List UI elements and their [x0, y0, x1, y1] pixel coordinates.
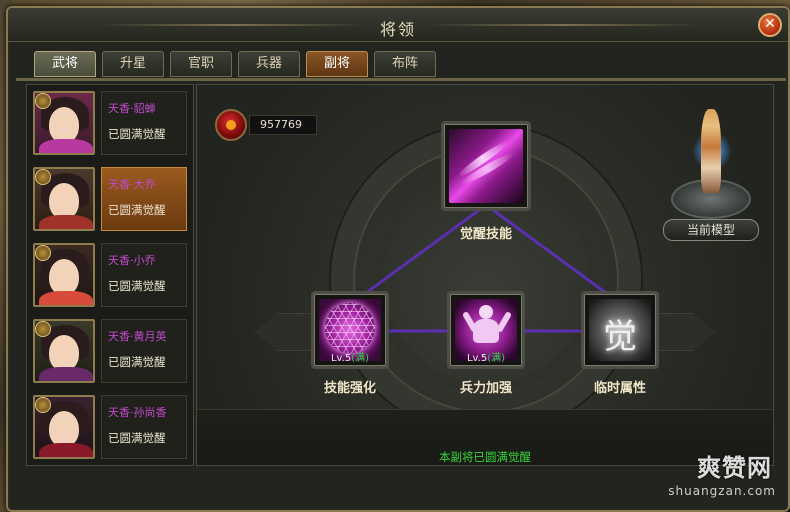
level-full: (满) [351, 353, 370, 364]
link-line [354, 203, 487, 303]
hero-status: 已圆满觉醒 [108, 127, 166, 141]
hero-badge-icon [35, 397, 51, 413]
hero-name: 天香·小乔 [108, 254, 156, 267]
skill-enhance-slot[interactable]: Lv.5(满) [311, 291, 389, 369]
hero-list: 天香·貂蝉 已圆满觉醒 天香·大乔 已圆满觉醒 天香·小乔 已圆满觉醒 天香·黄… [26, 84, 194, 466]
hero-badge-icon [35, 245, 51, 261]
hero-face [49, 259, 79, 295]
link-line [485, 203, 618, 303]
hero-body [39, 139, 93, 153]
tab-generals[interactable]: 武将 [34, 51, 96, 77]
close-button[interactable]: ✕ [758, 13, 782, 37]
hero-portrait [33, 91, 95, 155]
hero-info: 天香·孙尚香 已圆满觉醒 [101, 395, 187, 459]
general-window: 将领 ✕ 武将 升星 官职 兵器 副将 布阵 天香·貂蝉 已圆满觉醒 天香·大乔… [6, 6, 790, 512]
temp-attr-slot[interactable]: 觉 [581, 291, 659, 369]
hero-name: 天香·貂蝉 [108, 102, 156, 115]
awaken-skill-label: 觉醒技能 [459, 227, 512, 242]
watermark-url: shuangzan.com [668, 484, 776, 498]
hero-badge-icon [35, 93, 51, 109]
tab-office[interactable]: 官职 [170, 51, 232, 77]
hero-info: 天香·貂蝉 已圆满觉醒 [101, 91, 187, 155]
hero-face [49, 183, 79, 219]
current-model-button[interactable]: 当前模型 [663, 219, 759, 241]
skill-enhance-label: 技能强化 [323, 381, 376, 396]
hero-status: 已圆满觉醒 [108, 355, 166, 369]
awaken-skill-slot[interactable] [441, 121, 531, 211]
hero-list-item[interactable]: 天香·貂蝉 已圆满觉醒 [31, 89, 189, 159]
hero-portrait [33, 319, 95, 383]
hero-face [49, 411, 79, 447]
hexagon-ball-icon [325, 303, 375, 353]
close-icon: ✕ [764, 16, 776, 32]
gem-icon [215, 109, 247, 141]
hero-portrait [33, 395, 95, 459]
hero-portrait [33, 243, 95, 307]
troop-boost-slot[interactable]: Lv.5(满) [447, 291, 525, 369]
currency-display: 957769 [215, 109, 317, 141]
tab-formation[interactable]: 布阵 [374, 51, 436, 77]
level-text: Lv.5 [330, 353, 352, 364]
hero-name: 天香·大乔 [108, 178, 156, 191]
hero-face [49, 107, 79, 143]
temp-attr-icon: 觉 [589, 299, 651, 361]
hero-list-item[interactable]: 天香·孙尚香 已圆满觉醒 [31, 393, 189, 463]
hero-body [39, 443, 93, 457]
skill-enhance-level: Lv.5(满) [314, 349, 386, 364]
hero-info: 天香·黄月英 已圆满觉醒 [101, 319, 187, 383]
hero-badge-icon [35, 321, 51, 337]
troop-boost-label: 兵力加强 [459, 381, 512, 396]
tab-bar: 武将 升星 官职 兵器 副将 布阵 [34, 51, 436, 79]
tab-weapons[interactable]: 兵器 [238, 51, 300, 77]
hero-portrait [33, 167, 95, 231]
hero-info: 天香·小乔 已圆满觉醒 [101, 243, 187, 307]
hero-body [39, 215, 93, 229]
hero-badge-icon [35, 169, 51, 185]
character-model [701, 109, 721, 193]
hero-status: 已圆满觉醒 [108, 431, 166, 445]
temp-attr-label: 临时属性 [593, 381, 646, 396]
figure-head [479, 305, 493, 319]
hero-body [39, 291, 93, 305]
hero-face [49, 335, 79, 371]
troop-boost-level: Lv.5(满) [450, 349, 522, 364]
awaken-glyph-icon: 觉 [603, 317, 637, 357]
level-full: (满) [487, 353, 506, 364]
hero-info: 天香·大乔 已圆满觉醒 [101, 167, 187, 231]
hero-name: 天香·孙尚香 [108, 406, 167, 419]
watermark-brand: 爽赞网 [697, 454, 772, 482]
awaken-skill-icon [449, 129, 523, 203]
hero-body [39, 367, 93, 381]
hero-status: 已圆满觉醒 [108, 279, 166, 293]
hero-name: 天香·黄月英 [108, 330, 167, 343]
window-title: 将领 [379, 20, 416, 39]
awakening-panel: 957769 觉醒技能 Lv.5(满) 技能强化 Lv.5(满) 兵力加强 觉 … [196, 84, 774, 466]
awaken-status-message: 本副将已圆满觉醒 [439, 450, 531, 464]
tab-star-up[interactable]: 升星 [102, 51, 164, 77]
hero-list-item-selected[interactable]: 天香·大乔 已圆满觉醒 [31, 165, 189, 235]
title-bar: 将领 ✕ [8, 8, 788, 42]
currency-value: 957769 [249, 115, 317, 135]
figure-body [473, 319, 499, 343]
level-text: Lv.5 [466, 353, 488, 364]
hero-list-item[interactable]: 天香·黄月英 已圆满觉醒 [31, 317, 189, 387]
hero-list-item[interactable]: 天香·小乔 已圆满觉醒 [31, 241, 189, 311]
hero-status: 已圆满觉醒 [108, 203, 166, 217]
tab-divider [16, 78, 786, 81]
model-preview: 当前模型 [663, 99, 761, 241]
tab-deputy[interactable]: 副将 [306, 51, 368, 77]
